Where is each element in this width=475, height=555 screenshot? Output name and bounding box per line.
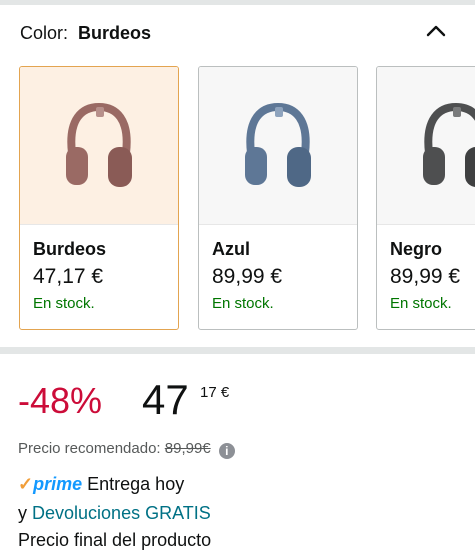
variant-name: Azul — [212, 239, 250, 259]
variant-card-azul[interactable]: Azul 89,99 € En stock. — [198, 66, 358, 330]
returns-prefix: y — [18, 503, 27, 523]
chevron-up-icon[interactable] — [425, 22, 447, 38]
variant-stock: En stock. — [390, 295, 452, 312]
recommended-price-label: Precio recomendado: — [18, 440, 161, 457]
prime-check-icon: ✓ — [18, 474, 34, 494]
recommended-price: Precio recomendado: 89,99€ i — [18, 440, 235, 459]
price-fraction: 17 € — [200, 384, 230, 401]
returns-row: y Devoluciones GRATIS — [18, 503, 211, 524]
card-divider — [199, 224, 357, 225]
selected-color-value: Burdeos — [78, 23, 152, 43]
prime-logo: prime — [33, 474, 83, 494]
top-divider — [0, 0, 475, 5]
final-price-text: Precio final del producto — [18, 530, 212, 550]
variant-card-negro[interactable]: Negro 89,99 € En stock. — [376, 66, 475, 330]
variant-price: 89,99 € — [212, 265, 283, 288]
headphones-image — [66, 102, 132, 187]
section-divider — [0, 347, 475, 354]
variant-name: Burdeos — [33, 239, 107, 259]
variant-image — [199, 67, 357, 224]
variant-stock: En stock. — [33, 295, 95, 312]
recommended-price-value: 89,99€ — [164, 440, 211, 457]
color-selector-header[interactable]: Color: Burdeos — [20, 22, 151, 44]
headphones-image — [245, 102, 311, 187]
price-whole: 47 — [142, 376, 189, 423]
variant-name: Negro — [390, 239, 443, 259]
color-label: Color: — [20, 23, 69, 43]
color-variant-carousel[interactable]: Burdeos 47,17 € En stock. Azul 89,99 € E… — [0, 66, 475, 332]
headphones-image — [423, 102, 475, 187]
delivery-text: Entrega hoy — [87, 474, 185, 494]
card-divider — [377, 224, 475, 225]
card-divider — [20, 224, 178, 225]
variant-image — [377, 67, 475, 224]
variant-card-burdeos[interactable]: Burdeos 47,17 € En stock. — [19, 66, 179, 330]
variant-image — [20, 67, 178, 224]
discount-percentage: -48% — [18, 380, 103, 421]
info-icon[interactable]: i — [218, 443, 235, 459]
variant-price: 89,99 € — [390, 265, 461, 288]
variant-price: 47,17 € — [33, 265, 104, 288]
prime-delivery: ✓prime Entrega hoy — [18, 474, 184, 495]
free-returns-link[interactable]: Devoluciones GRATIS — [32, 503, 211, 523]
variant-stock: En stock. — [212, 295, 274, 312]
